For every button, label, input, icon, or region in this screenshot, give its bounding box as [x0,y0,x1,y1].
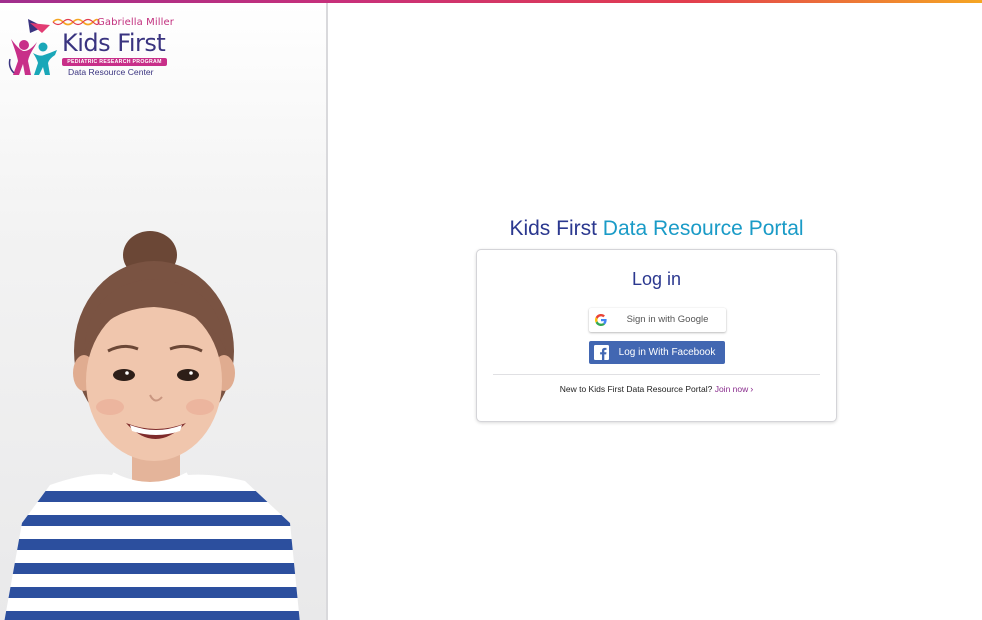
signup-prompt: New to Kids First Data Resource Portal? … [477,384,836,394]
facebook-f-icon [594,345,609,360]
child-photo [4,231,300,620]
portal-title: Kids First Data Resource Portal [476,217,837,241]
login-card: Log in Sign in with Google Log in With F… [476,249,837,422]
signup-text: New to Kids First Data Resource Portal? [559,384,713,394]
panel-divider [326,3,328,620]
portal-title-part1: Kids First [509,217,597,240]
logo-text-drc: Data Resource Center [68,67,154,77]
kids-first-logo[interactable]: Gabriella Miller Kids First PEDIATRIC RE… [6,13,174,77]
chevron-right-icon: › [750,384,754,394]
facebook-button-label: Log in With Facebook [618,347,716,358]
google-g-icon [595,314,607,326]
login-heading: Log in [631,269,682,289]
logo-text-gabriella-miller: Gabriella Miller [97,17,174,28]
google-signin-button[interactable]: Sign in with Google [589,308,726,332]
card-divider [493,374,820,375]
logo-text-kids-first: Kids First [62,29,166,57]
logo-dna-banner [52,18,100,26]
google-button-label: Sign in with Google [626,314,709,325]
hero-panel: Gabriella Miller Kids First PEDIATRIC RE… [0,3,326,620]
facebook-login-button[interactable]: Log in With Facebook [589,341,725,364]
portal-title-part2: Data Resource Portal [602,217,804,240]
logo-text-program: PEDIATRIC RESEARCH PROGRAM [62,58,167,66]
join-now-link[interactable]: Join now [715,384,749,394]
